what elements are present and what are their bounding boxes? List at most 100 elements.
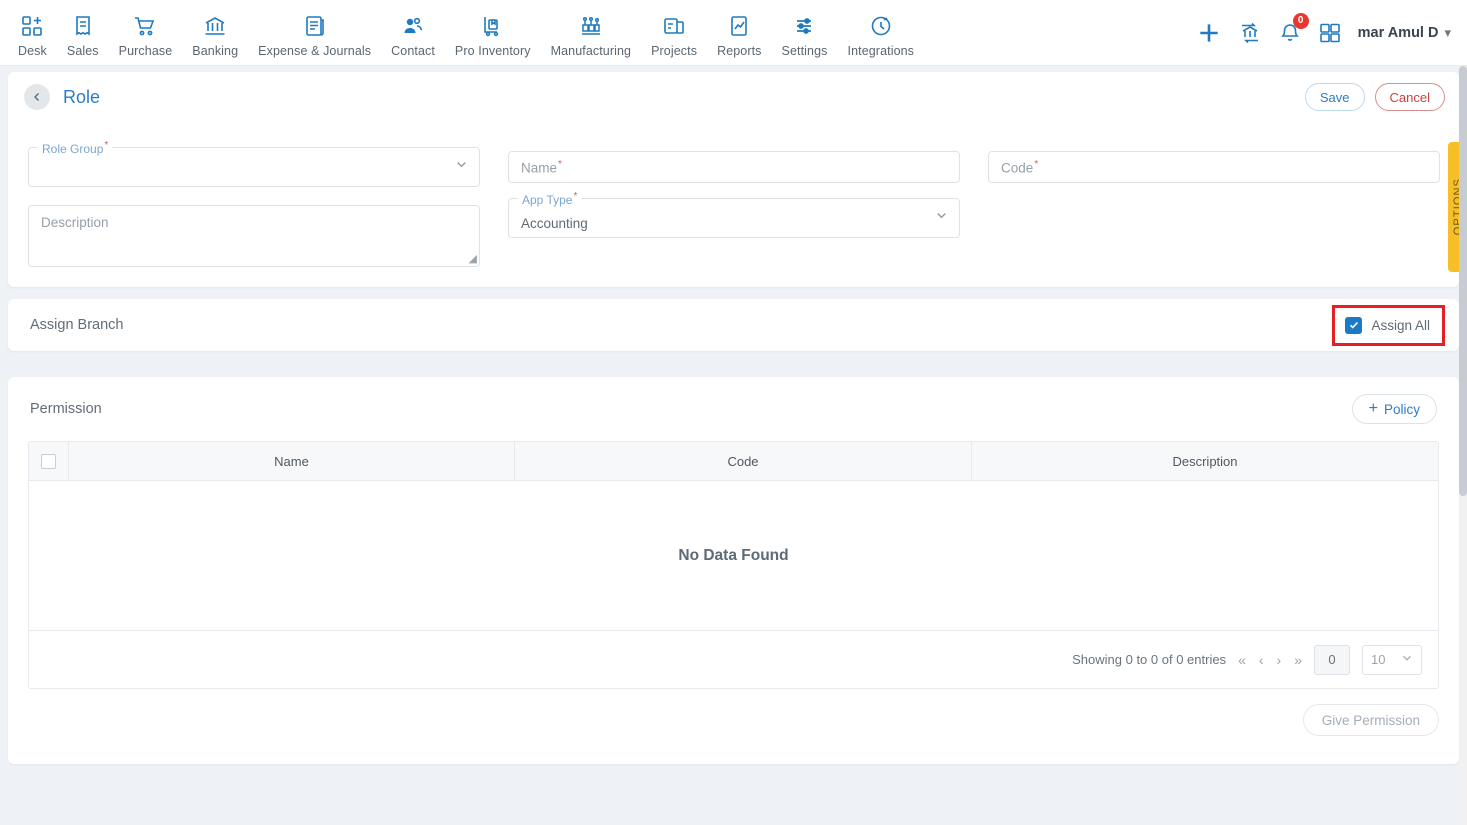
switch-company-button[interactable] xyxy=(1238,21,1262,45)
nav-label-manufacturing: Manufacturing xyxy=(550,44,632,58)
name-field[interactable]: Name* xyxy=(508,151,960,183)
add-policy-button[interactable]: + Policy xyxy=(1351,394,1437,424)
nav-item-pro-inventory[interactable]: Pro Inventory xyxy=(445,7,541,58)
nav-label-projects: Projects xyxy=(651,44,698,58)
save-button[interactable]: Save xyxy=(1304,83,1365,111)
next-page-icon[interactable]: › xyxy=(1277,652,1282,668)
assign-all-highlight-box: Assign All xyxy=(1332,304,1445,346)
notifications-button[interactable]: 0 xyxy=(1278,12,1309,45)
top-nav-items: Desk Sales Purchase Banking Expense & Jo… xyxy=(0,7,924,58)
chevron-down-icon xyxy=(934,208,949,228)
nav-item-sales[interactable]: Sales xyxy=(57,7,109,58)
name-placeholder: Name* xyxy=(521,158,562,176)
check-icon xyxy=(1349,321,1359,329)
code-input[interactable]: Code* xyxy=(988,151,1440,183)
app-type-value: Accounting xyxy=(521,216,588,231)
nav-item-manufacturing[interactable]: Manufacturing xyxy=(541,7,642,58)
description-field[interactable]: Description ◢ xyxy=(28,205,480,267)
purchase-cart-icon xyxy=(133,13,157,39)
nav-item-integrations[interactable]: Integrations xyxy=(838,7,925,58)
assign-branch-card: Assign Branch Assign All xyxy=(8,299,1459,351)
pagination-summary: Showing 0 to 0 of 0 entries xyxy=(1072,652,1227,667)
page-header-actions: Save Cancel xyxy=(1304,83,1445,111)
page-scrollbar-thumb[interactable] xyxy=(1459,66,1467,496)
pagination-controls: « ‹ › » xyxy=(1238,652,1302,668)
pro-inventory-trolley-icon xyxy=(481,13,505,39)
nav-label-integrations: Integrations xyxy=(847,44,915,58)
description-textarea[interactable]: Description ◢ xyxy=(28,205,480,267)
add-policy-label: Policy xyxy=(1383,401,1420,417)
contact-people-icon xyxy=(401,13,425,39)
last-page-icon[interactable]: » xyxy=(1294,652,1302,668)
apps-button[interactable] xyxy=(1318,21,1342,45)
first-page-icon[interactable]: « xyxy=(1238,652,1246,668)
permission-footer: Give Permission xyxy=(8,689,1459,751)
user-name-label: mar Amul D xyxy=(1357,24,1439,41)
role-form-card: Role Group* Description ◢ Name* App Type… xyxy=(8,122,1459,287)
select-all-checkbox[interactable] xyxy=(41,453,56,469)
permission-card: Permission + Policy Name Code Descriptio… xyxy=(8,377,1459,764)
column-header-name[interactable]: Name xyxy=(69,442,515,480)
add-button[interactable] xyxy=(1196,20,1222,46)
nav-label-reports: Reports xyxy=(717,44,762,58)
page-scrollbar[interactable] xyxy=(1459,66,1467,825)
projects-clipboard-icon xyxy=(662,13,686,39)
column-header-description[interactable]: Description xyxy=(972,442,1438,480)
app-type-label: App Type* xyxy=(518,191,582,207)
role-group-label: Role Group* xyxy=(38,140,113,156)
nav-item-banking[interactable]: Banking xyxy=(182,7,248,58)
give-permission-button[interactable]: Give Permission xyxy=(1302,704,1439,736)
nav-item-desk[interactable]: Desk xyxy=(8,7,57,58)
cancel-button[interactable]: Cancel xyxy=(1374,83,1445,111)
chevron-down-icon xyxy=(1400,651,1414,668)
assign-all-checkbox[interactable] xyxy=(1345,316,1363,334)
table-body-empty: No Data Found xyxy=(29,481,1438,631)
chevron-down-icon: ▾ xyxy=(1444,24,1451,40)
app-type-select[interactable]: App Type* Accounting xyxy=(508,191,960,238)
chevron-left-icon xyxy=(34,93,39,101)
page-title: Role xyxy=(63,86,101,107)
nav-label-banking: Banking xyxy=(192,44,239,58)
bank-transfer-icon xyxy=(1241,22,1258,43)
role-group-select[interactable]: Role Group* xyxy=(28,140,480,187)
banking-bank-icon xyxy=(203,13,227,39)
permission-table: Name Code Description No Data Found Show… xyxy=(28,441,1439,689)
code-field[interactable]: Code* xyxy=(988,151,1440,183)
nav-item-projects[interactable]: Projects xyxy=(641,7,707,58)
apps-grid-icon xyxy=(1319,23,1340,42)
permission-header: Permission + Policy xyxy=(8,377,1459,441)
name-input[interactable]: Name* xyxy=(508,151,960,183)
desk-grid-plus-icon xyxy=(20,13,44,39)
nav-label-contact: Contact xyxy=(391,44,435,58)
user-menu[interactable]: mar Amul D ▾ xyxy=(1358,25,1451,41)
plus-icon: + xyxy=(1368,400,1378,417)
top-navigation-bar: Desk Sales Purchase Banking Expense & Jo… xyxy=(0,0,1467,66)
nav-item-settings[interactable]: Settings xyxy=(772,7,838,58)
permission-title: Permission xyxy=(30,401,102,417)
back-button[interactable] xyxy=(24,84,50,110)
integrations-plug-icon xyxy=(869,13,893,39)
nav-label-desk: Desk xyxy=(18,44,47,58)
column-header-code[interactable]: Code xyxy=(515,442,972,480)
nav-label-settings: Settings xyxy=(781,44,828,58)
plus-icon xyxy=(1199,23,1218,42)
prev-page-icon[interactable]: ‹ xyxy=(1259,652,1264,668)
nav-label-purchase: Purchase xyxy=(118,44,173,58)
page-size-select[interactable]: 10 xyxy=(1362,644,1422,675)
page-number-input[interactable]: 0 xyxy=(1314,644,1350,675)
nav-item-reports[interactable]: Reports xyxy=(707,7,771,58)
description-placeholder: Description xyxy=(41,215,109,230)
sales-receipt-icon xyxy=(71,13,95,39)
role-group-field[interactable]: Role Group* xyxy=(28,140,480,187)
table-header-row: Name Code Description xyxy=(29,442,1438,481)
settings-sliders-icon xyxy=(793,13,817,39)
app-type-field[interactable]: App Type* Accounting xyxy=(508,191,960,238)
page-header: Role Save Cancel xyxy=(8,72,1459,122)
code-placeholder: Code* xyxy=(1001,158,1039,176)
select-all-cell[interactable] xyxy=(29,442,69,480)
nav-item-expense-journals[interactable]: Expense & Journals xyxy=(248,7,381,58)
resize-handle-icon[interactable]: ◢ xyxy=(469,252,477,265)
nav-item-purchase[interactable]: Purchase xyxy=(109,7,183,58)
nav-label-sales: Sales xyxy=(66,44,99,58)
nav-item-contact[interactable]: Contact xyxy=(381,7,445,58)
